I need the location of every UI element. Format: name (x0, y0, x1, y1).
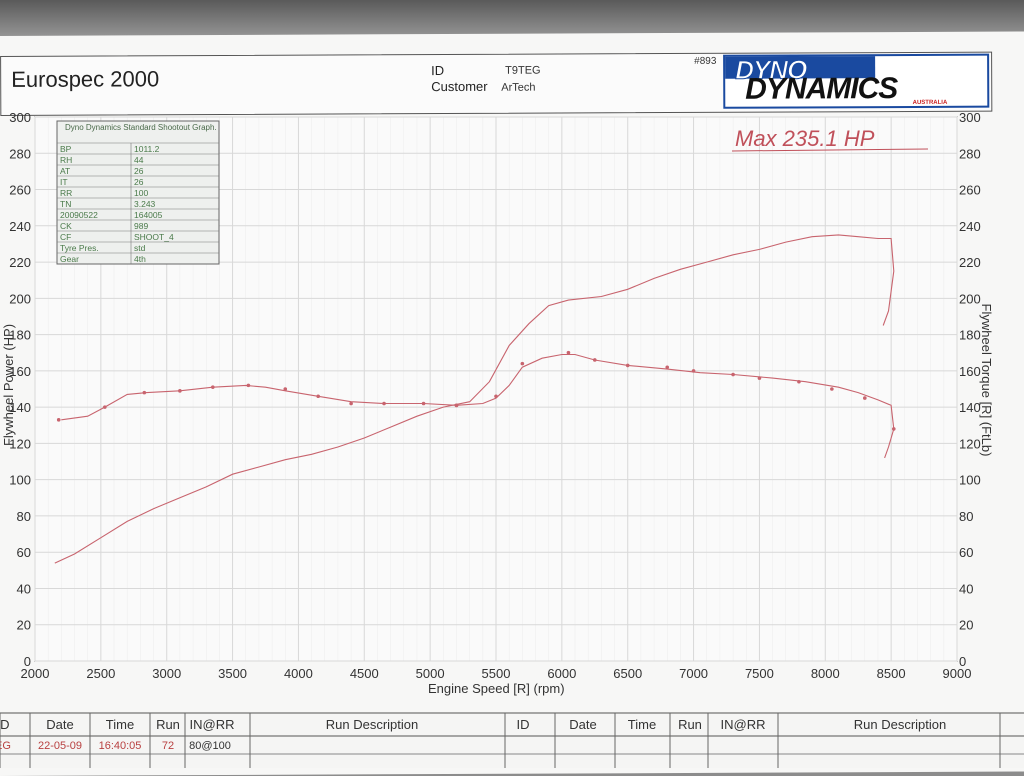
x-tick-label: 8500 (877, 666, 906, 681)
x-tick-label: 5500 (482, 666, 511, 681)
y2-tick-label: 60 (959, 545, 973, 560)
data-point (691, 369, 696, 373)
y2-tick-label: 240 (959, 219, 981, 234)
info-row-key: 20090522 (60, 210, 98, 220)
data-point (830, 387, 834, 391)
data-point (56, 418, 61, 422)
y2-tick-label: 0 (959, 654, 966, 669)
x-tick-label: 4500 (350, 666, 379, 681)
info-row-key: IT (60, 177, 68, 187)
data-point (494, 394, 498, 399)
data-point (283, 387, 288, 391)
y-tick-label: 280 (9, 146, 31, 161)
data-point (566, 350, 571, 355)
x-tick-label: 8000 (811, 666, 840, 681)
data-point (757, 376, 762, 380)
info-row-key: RR (60, 188, 72, 198)
y-tick-label: 60 (17, 545, 31, 560)
data-point (178, 389, 182, 393)
info-row-key: RH (60, 155, 72, 165)
x-tick-label: 3500 (218, 666, 247, 681)
info-row-key: BP (60, 144, 72, 154)
data-point (421, 401, 426, 406)
y-tick-label: 80 (17, 509, 31, 524)
info-row-value: 26 (134, 177, 144, 187)
data-point (797, 379, 801, 384)
data-point (349, 401, 353, 406)
info-row-value: 1011.2 (134, 144, 160, 154)
data-point (103, 405, 107, 409)
y-tick-label: 260 (9, 183, 31, 198)
data-point (625, 363, 630, 368)
y2-tick-label: 300 (959, 110, 981, 125)
y-axis-label: Flywheel Power (HP) (1, 324, 16, 446)
y2-tick-label: 120 (959, 436, 981, 451)
info-row-value: 3.243 (134, 199, 156, 209)
y2-tick-label: 140 (959, 400, 981, 415)
x-tick-label: 2500 (86, 666, 115, 681)
y2-tick-label: 160 (959, 364, 981, 379)
y-tick-label: 0 (24, 654, 31, 669)
data-point (382, 401, 386, 406)
data-point (863, 396, 867, 400)
y2-tick-label: 40 (959, 581, 973, 596)
y-tick-label: 300 (9, 110, 31, 125)
info-row-key: Gear (60, 254, 79, 264)
x-tick-label: 3000 (152, 666, 181, 681)
x-tick-label: 4000 (284, 666, 313, 681)
y2-tick-label: 200 (959, 291, 981, 306)
y2-axis-label: Flywheel Torque [R] (FtLb) (979, 304, 994, 457)
data-point (142, 390, 147, 395)
data-point (731, 372, 735, 377)
y2-tick-label: 20 (959, 618, 973, 633)
data-point (454, 403, 459, 408)
y2-tick-label: 80 (959, 509, 973, 524)
y2-tick-label: 220 (959, 255, 981, 270)
data-point (211, 385, 215, 389)
y2-tick-label: 100 (959, 473, 981, 488)
info-row-value: std (134, 243, 146, 253)
data-point (665, 365, 670, 370)
x-tick-label: 7000 (679, 666, 708, 681)
y-tick-label: 240 (9, 219, 31, 234)
info-row-key: Tyre Pres. (60, 243, 99, 253)
x-tick-label: 6500 (613, 666, 642, 681)
data-point (592, 358, 597, 362)
info-row-value: SHOOT_4 (134, 232, 174, 242)
info-row-value: 989 (134, 221, 148, 231)
y2-tick-label: 180 (959, 328, 981, 343)
y-tick-label: 200 (9, 291, 31, 306)
info-row-value: 26 (134, 166, 144, 176)
x-axis-label: Engine Speed [R] (rpm) (428, 681, 565, 696)
data-point (520, 361, 525, 366)
max-power-annotation: Max 235.1 HP (735, 126, 875, 151)
y2-tick-label: 280 (959, 146, 981, 161)
data-point (891, 427, 896, 431)
info-row-key: CK (60, 221, 72, 231)
x-tick-label: 6000 (547, 666, 576, 681)
y2-tick-label: 260 (959, 183, 981, 198)
info-row-value: 164005 (134, 210, 163, 220)
y-tick-label: 100 (9, 473, 31, 488)
x-tick-label: 9000 (943, 666, 972, 681)
y-tick-label: 40 (17, 581, 31, 596)
x-tick-label: 7500 (745, 666, 774, 681)
info-row-key: AT (60, 166, 70, 176)
info-row-value: 4th (134, 254, 146, 264)
info-box: Dyno Dynamics Standard Shootout Graph. BP… (56, 120, 220, 265)
info-row-key: CF (60, 232, 71, 242)
y-tick-label: 20 (17, 618, 31, 633)
x-tick-label: 5000 (416, 666, 445, 681)
info-box-heading: Dyno Dynamics Standard Shootout Graph. (65, 123, 217, 132)
info-row-value: 100 (134, 188, 148, 198)
dyno-chart: 2000 2500 3000 3500 4000 4500 5000 5500 6000 6500… (1, 110, 994, 696)
data-point (316, 394, 320, 399)
y-tick-label: 220 (9, 255, 31, 270)
info-row-value: 44 (134, 155, 144, 165)
data-point (246, 383, 251, 388)
info-row-key: TN (60, 199, 71, 209)
